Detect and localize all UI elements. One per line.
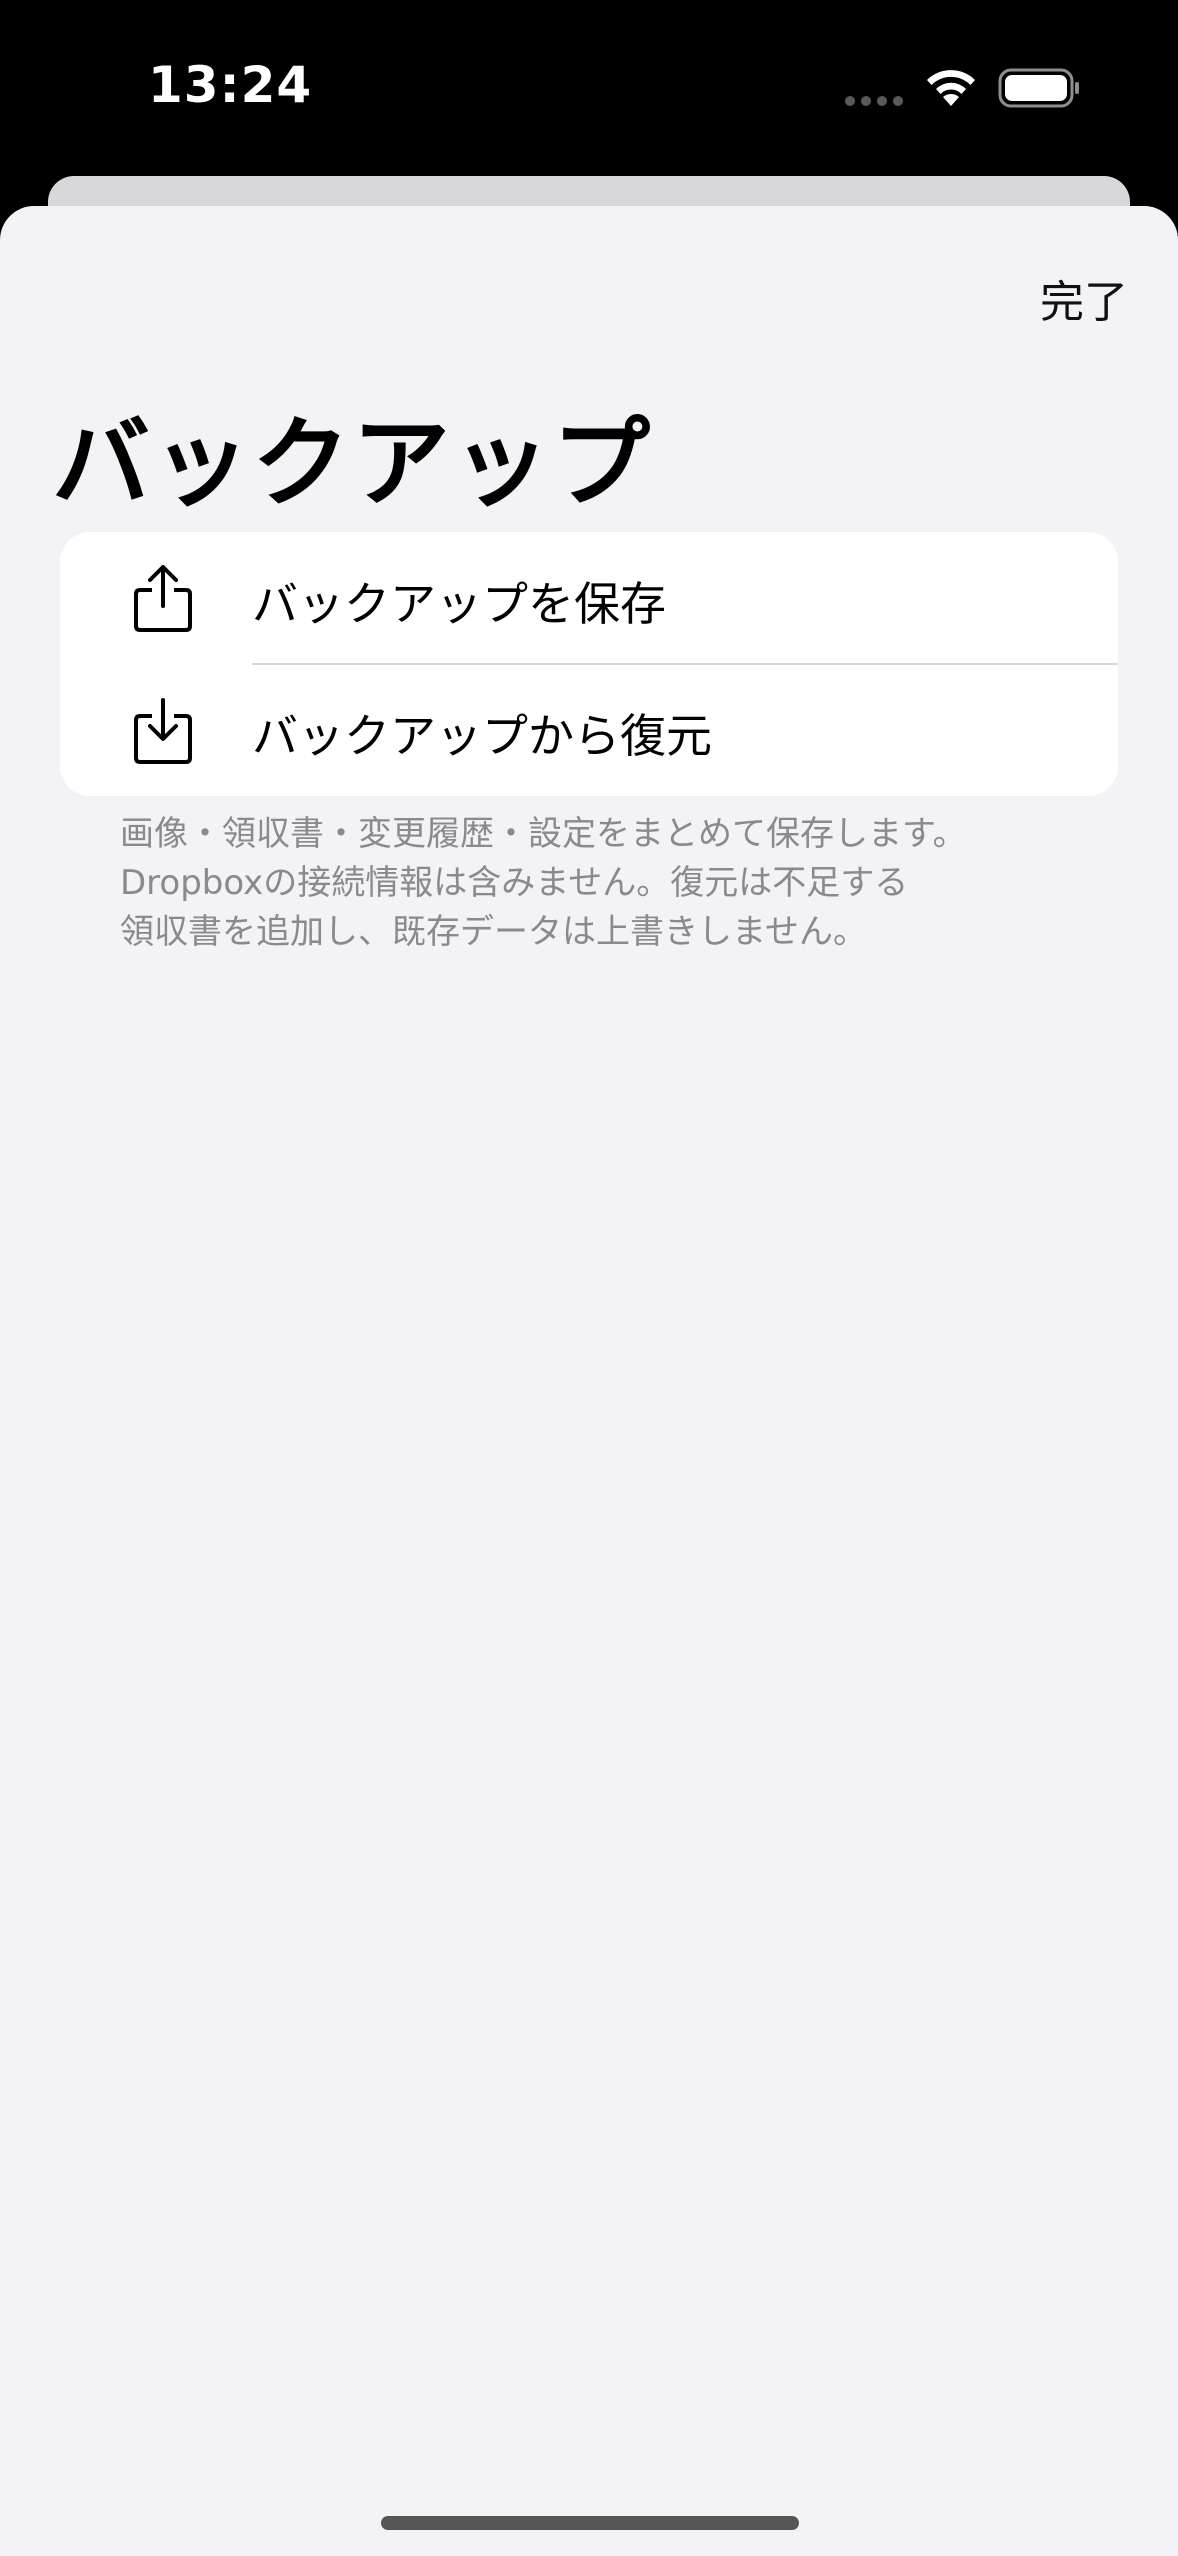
restore-backup-label: バックアップから復元: [252, 709, 712, 763]
signal-dots-icon: [845, 96, 905, 106]
save-backup-row[interactable]: バックアップを保存: [60, 532, 1118, 665]
status-bar: 13:24: [0, 0, 1178, 170]
backup-description: 画像・領収書・変更履歴・設定をまとめて保存します。 Dropboxの接続情報は含…: [120, 810, 1080, 957]
app-screen: 13:24 完了 バックアップ バックアップを保存 バックアップから復元 画像・…: [0, 0, 1178, 2556]
backup-sheet: 完了 バックアップ バックアップを保存 バックアップから復元 画像・領収書・変更…: [0, 206, 1178, 2556]
wifi-icon: [927, 70, 975, 106]
battery-icon: [998, 68, 1079, 108]
save-backup-label: バックアップを保存: [252, 577, 666, 631]
status-time: 13:24: [148, 56, 313, 114]
description-line: 画像・領収書・変更履歴・設定をまとめて保存します。: [120, 814, 967, 854]
download-tray-icon: [134, 698, 192, 764]
done-button[interactable]: 完了: [1040, 266, 1128, 330]
description-line: 領収書を追加し、既存データは上書きしません。: [120, 912, 867, 952]
home-indicator[interactable]: [381, 2516, 799, 2530]
backup-actions-group: バックアップを保存 バックアップから復元: [60, 532, 1118, 796]
description-line: Dropboxの接続情報は含みません。復元は不足する: [120, 863, 909, 903]
page-title: バックアップ: [52, 407, 653, 521]
share-upload-icon: [134, 565, 192, 632]
restore-backup-row[interactable]: バックアップから復元: [60, 664, 1118, 796]
